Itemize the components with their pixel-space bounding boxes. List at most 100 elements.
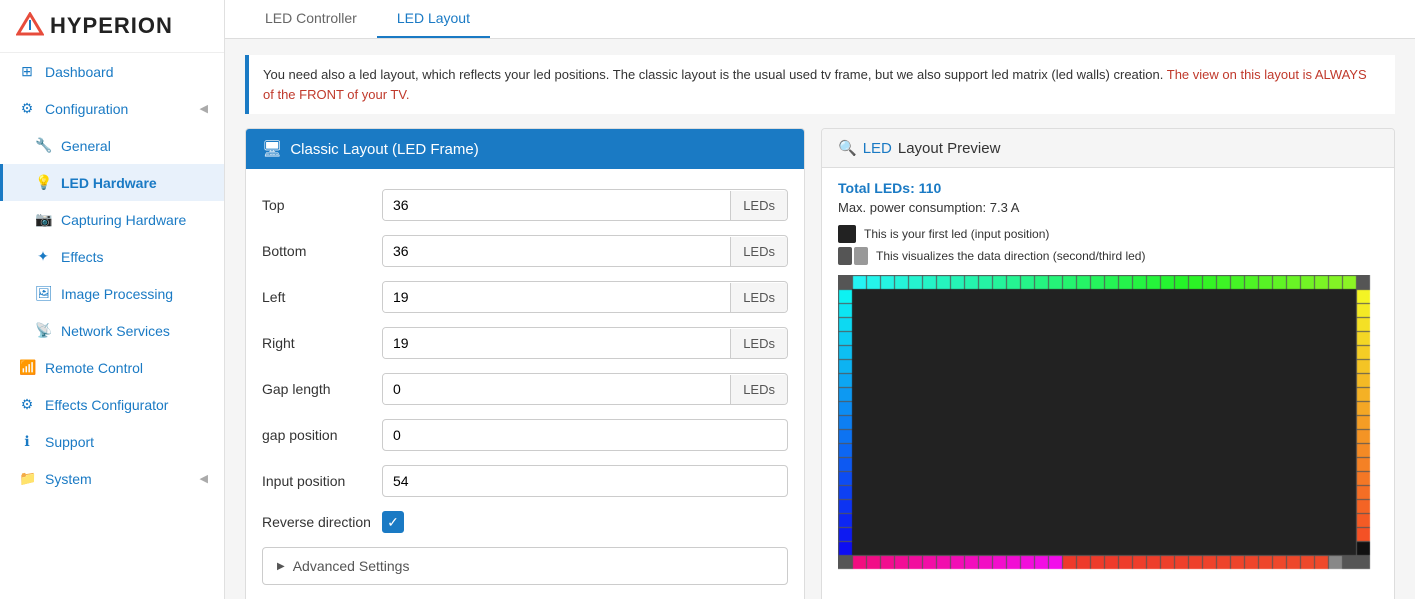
chevron-down-icon: ◀ <box>200 472 208 485</box>
app-title: HYPERION <box>50 13 173 39</box>
image-icon: 🖼 <box>35 285 51 302</box>
sidebar-item-dashboard[interactable]: ⊞ Dashboard <box>0 53 224 90</box>
legend-label-direction: This visualizes the data direction (seco… <box>876 249 1145 263</box>
input-top[interactable] <box>383 190 730 220</box>
sidebar-item-remote-control[interactable]: 📶 Remote Control <box>0 349 224 386</box>
label-right: Right <box>262 335 382 351</box>
advanced-settings-toggle[interactable]: Advanced Settings <box>262 547 788 585</box>
legend-item-first: This is your first led (input position) <box>838 225 1378 243</box>
suffix-left: LEDs <box>730 283 787 312</box>
field-top: Top LEDs <box>262 189 788 221</box>
label-reverse-direction: Reverse direction <box>262 514 382 530</box>
input-group-top: LEDs <box>382 189 788 221</box>
monitor-icon: 🖥 <box>262 139 282 159</box>
tab-bar: LED Controller LED Layout <box>225 0 1415 39</box>
tab-led-layout[interactable]: LED Layout <box>377 0 490 38</box>
suffix-top: LEDs <box>730 191 787 220</box>
input-right[interactable] <box>383 328 730 358</box>
sidebar-item-image-processing[interactable]: 🖼 Image Processing <box>0 275 224 312</box>
sidebar-item-label: Image Processing <box>61 286 173 302</box>
legend-gray1 <box>838 247 852 265</box>
legend-double-gray <box>838 247 868 265</box>
legend-item-direction: This visualizes the data direction (seco… <box>838 247 1378 265</box>
sidebar-item-network-services[interactable]: 📡 Network Services <box>0 312 224 349</box>
sidebar-item-led-hardware[interactable]: 💡 LED Hardware <box>0 164 224 201</box>
classic-layout-panel: 🖥 Classic Layout (LED Frame) Top LEDs <box>245 128 805 599</box>
legend-gray2 <box>854 247 868 265</box>
suffix-bottom: LEDs <box>730 237 787 266</box>
input-bottom[interactable] <box>383 236 730 266</box>
legend-color-black <box>838 225 856 243</box>
label-gap-length: Gap length <box>262 381 382 397</box>
classic-panel-body: Top LEDs Bottom LEDs <box>246 169 804 599</box>
total-leds-label: Total LEDs: <box>838 180 915 196</box>
label-left: Left <box>262 289 382 305</box>
sidebar-item-capturing-hardware[interactable]: 📷 Capturing Hardware <box>0 201 224 238</box>
info-banner: You need also a led layout, which reflec… <box>245 55 1395 114</box>
field-bottom: Bottom LEDs <box>262 235 788 267</box>
tab-led-controller[interactable]: LED Controller <box>245 0 377 38</box>
folder-icon: 📁 <box>19 470 35 487</box>
info-icon: ℹ <box>19 433 35 450</box>
input-group-bottom: LEDs <box>382 235 788 267</box>
layout-container: 🖥 Classic Layout (LED Frame) Top LEDs <box>245 128 1395 599</box>
chevron-icon: ◀ <box>200 102 208 115</box>
input-input-position[interactable] <box>382 465 788 497</box>
sidebar-item-label: System <box>45 471 92 487</box>
sidebar-item-effects[interactable]: ✦ Effects <box>0 238 224 275</box>
network-icon: 📡 <box>35 322 51 339</box>
label-input-position: Input position <box>262 473 382 489</box>
suffix-gap-length: LEDs <box>730 375 787 404</box>
wrench-icon: 🔧 <box>35 137 51 154</box>
field-gap-length: Gap length LEDs <box>262 373 788 405</box>
input-gap-position[interactable] <box>382 419 788 451</box>
bulb-icon: 💡 <box>35 174 51 191</box>
wifi-icon: 📶 <box>19 359 35 376</box>
field-reverse-direction: Reverse direction ✓ <box>262 511 788 533</box>
sidebar-item-effects-configurator[interactable]: ⚙ Effects Configurator <box>0 386 224 423</box>
label-gap-position: gap position <box>262 427 382 443</box>
sidebar-item-label: LED Hardware <box>61 175 157 191</box>
field-gap-position: gap position <box>262 419 788 451</box>
input-left[interactable] <box>383 282 730 312</box>
label-bottom: Bottom <box>262 243 382 259</box>
led-preview-panel: 🔍 LED Layout Preview Total LEDs: 110 Max… <box>821 128 1395 599</box>
sidebar-item-label: Capturing Hardware <box>61 212 186 228</box>
legend-label-first: This is your first led (input position) <box>864 227 1049 241</box>
sidebar-nav: ⊞ Dashboard ⚙ Configuration ◀ 🔧 General … <box>0 53 224 599</box>
input-gap-length[interactable] <box>383 374 730 404</box>
preview-title-led: LED <box>863 140 892 157</box>
suffix-right: LEDs <box>730 329 787 358</box>
sidebar-item-label: Network Services <box>61 323 170 339</box>
preview-title-rest: Layout Preview <box>898 140 1001 157</box>
sidebar-item-general[interactable]: 🔧 General <box>0 127 224 164</box>
checkbox-reverse-direction[interactable]: ✓ <box>382 511 404 533</box>
sidebar-item-configuration[interactable]: ⚙ Configuration ◀ <box>0 90 224 127</box>
dashboard-icon: ⊞ <box>19 63 35 80</box>
content-area: You need also a led layout, which reflec… <box>225 39 1415 599</box>
config-icon: ⚙ <box>19 396 35 413</box>
sidebar-item-system[interactable]: 📁 System ◀ <box>0 460 224 497</box>
sidebar-item-label: Effects <box>61 249 104 265</box>
advanced-settings-label: Advanced Settings <box>293 558 410 574</box>
preview-header: 🔍 LED Layout Preview <box>822 129 1394 168</box>
info-text-main: You need also a led layout, which reflec… <box>263 67 1163 82</box>
input-group-left: LEDs <box>382 281 788 313</box>
sidebar-item-label: Support <box>45 434 94 450</box>
sidebar-item-label: Effects Configurator <box>45 397 168 413</box>
total-leds-value: 110 <box>919 180 942 196</box>
input-group-right: LEDs <box>382 327 788 359</box>
legend: This is your first led (input position) … <box>838 225 1378 265</box>
sidebar-item-label: Configuration <box>45 101 128 117</box>
sidebar-item-support[interactable]: ℹ Support <box>0 423 224 460</box>
camera-icon: 📷 <box>35 211 51 228</box>
preview-body: Total LEDs: 110 Max. power consumption: … <box>822 168 1394 597</box>
input-group-gap-length: LEDs <box>382 373 788 405</box>
sidebar-item-label: Dashboard <box>45 64 114 80</box>
field-input-position: Input position <box>262 465 788 497</box>
sidebar-item-label: General <box>61 138 111 154</box>
search-icon: 🔍 <box>838 139 857 157</box>
classic-panel-title: Classic Layout (LED Frame) <box>290 141 478 158</box>
logo-icon <box>16 12 44 40</box>
power-consumption: Max. power consumption: 7.3 A <box>838 200 1378 215</box>
